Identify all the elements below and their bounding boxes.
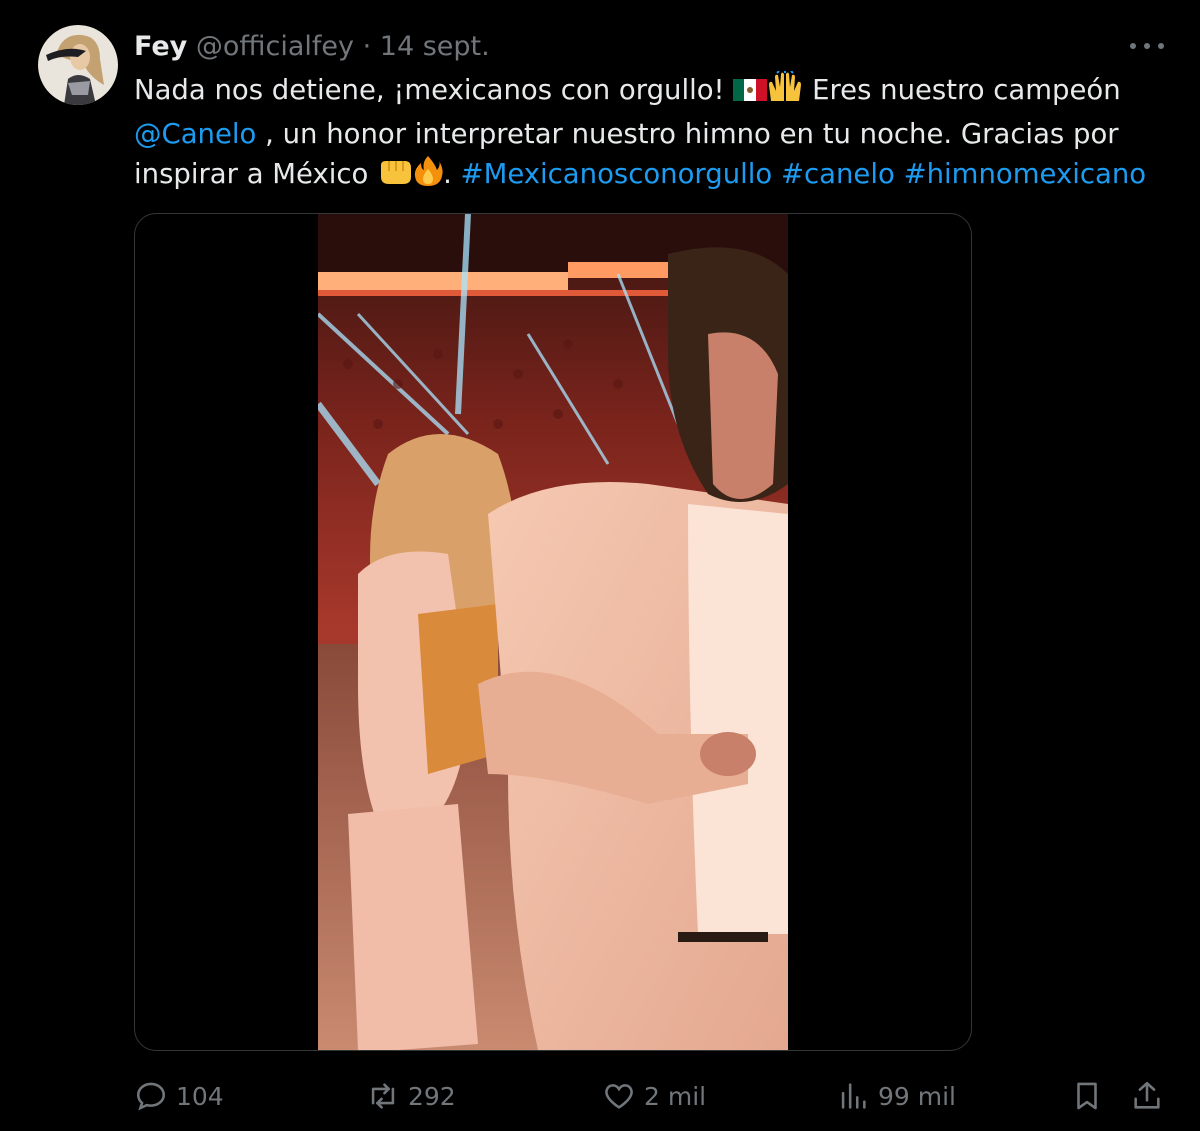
action-bar: 104 292 2 mil 99 mil [134,1074,1174,1118]
reply-button[interactable]: 104 [134,1074,224,1118]
hashtag-link[interactable]: #Mexicanosconorgullo [461,158,773,190]
bookmark-icon [1077,1082,1097,1110]
avatar[interactable] [38,25,118,105]
tweet-header: Fey @officialfey · 14 sept. [134,30,490,64]
repost-icon [371,1083,395,1109]
mention-link[interactable]: @Canelo [134,118,256,150]
mexico-flag-icon [733,74,768,114]
views-count: 99 mil [878,1081,957,1111]
tweet-text: Nada nos detiene, ¡mexicanos con orgullo… [134,70,1174,198]
oncoming-fist-icon [377,157,413,198]
more-options-icon[interactable] [1130,34,1164,58]
video-player[interactable] [318,214,788,1050]
raising-hands-icon [767,70,803,114]
like-count: 2 mil [644,1081,707,1111]
hashtag-link[interactable]: #canelo [781,158,895,190]
repost-count: 292 [408,1081,456,1111]
analytics-icon [841,1083,866,1109]
author-name[interactable]: Fey [134,31,187,62]
author-handle[interactable]: @officialfey [196,31,354,62]
share-button[interactable] [1130,1074,1164,1118]
hashtag-link[interactable]: #himnomexicano [904,158,1147,190]
repost-button[interactable]: 292 [366,1074,456,1118]
tweet: Fey @officialfey · 14 sept. Nada nos det… [0,0,1200,1131]
tweet-text-part: . [443,158,461,190]
reply-icon [136,1082,166,1111]
bookmark-button[interactable] [1070,1074,1104,1118]
fire-icon [413,155,443,198]
media-container[interactable] [134,213,972,1051]
tweet-date[interactable]: 14 sept. [380,31,490,62]
views-button[interactable]: 99 mil [836,1074,956,1118]
like-button[interactable]: 2 mil [602,1074,706,1118]
header-separator: · [362,31,372,62]
tweet-text-part: Eres nuestro campeón [803,74,1121,106]
heart-icon [605,1084,633,1109]
share-icon [1134,1081,1160,1109]
tweet-text-part: Nada nos detiene, ¡mexicanos con orgullo… [134,74,734,106]
reply-count: 104 [176,1081,224,1111]
